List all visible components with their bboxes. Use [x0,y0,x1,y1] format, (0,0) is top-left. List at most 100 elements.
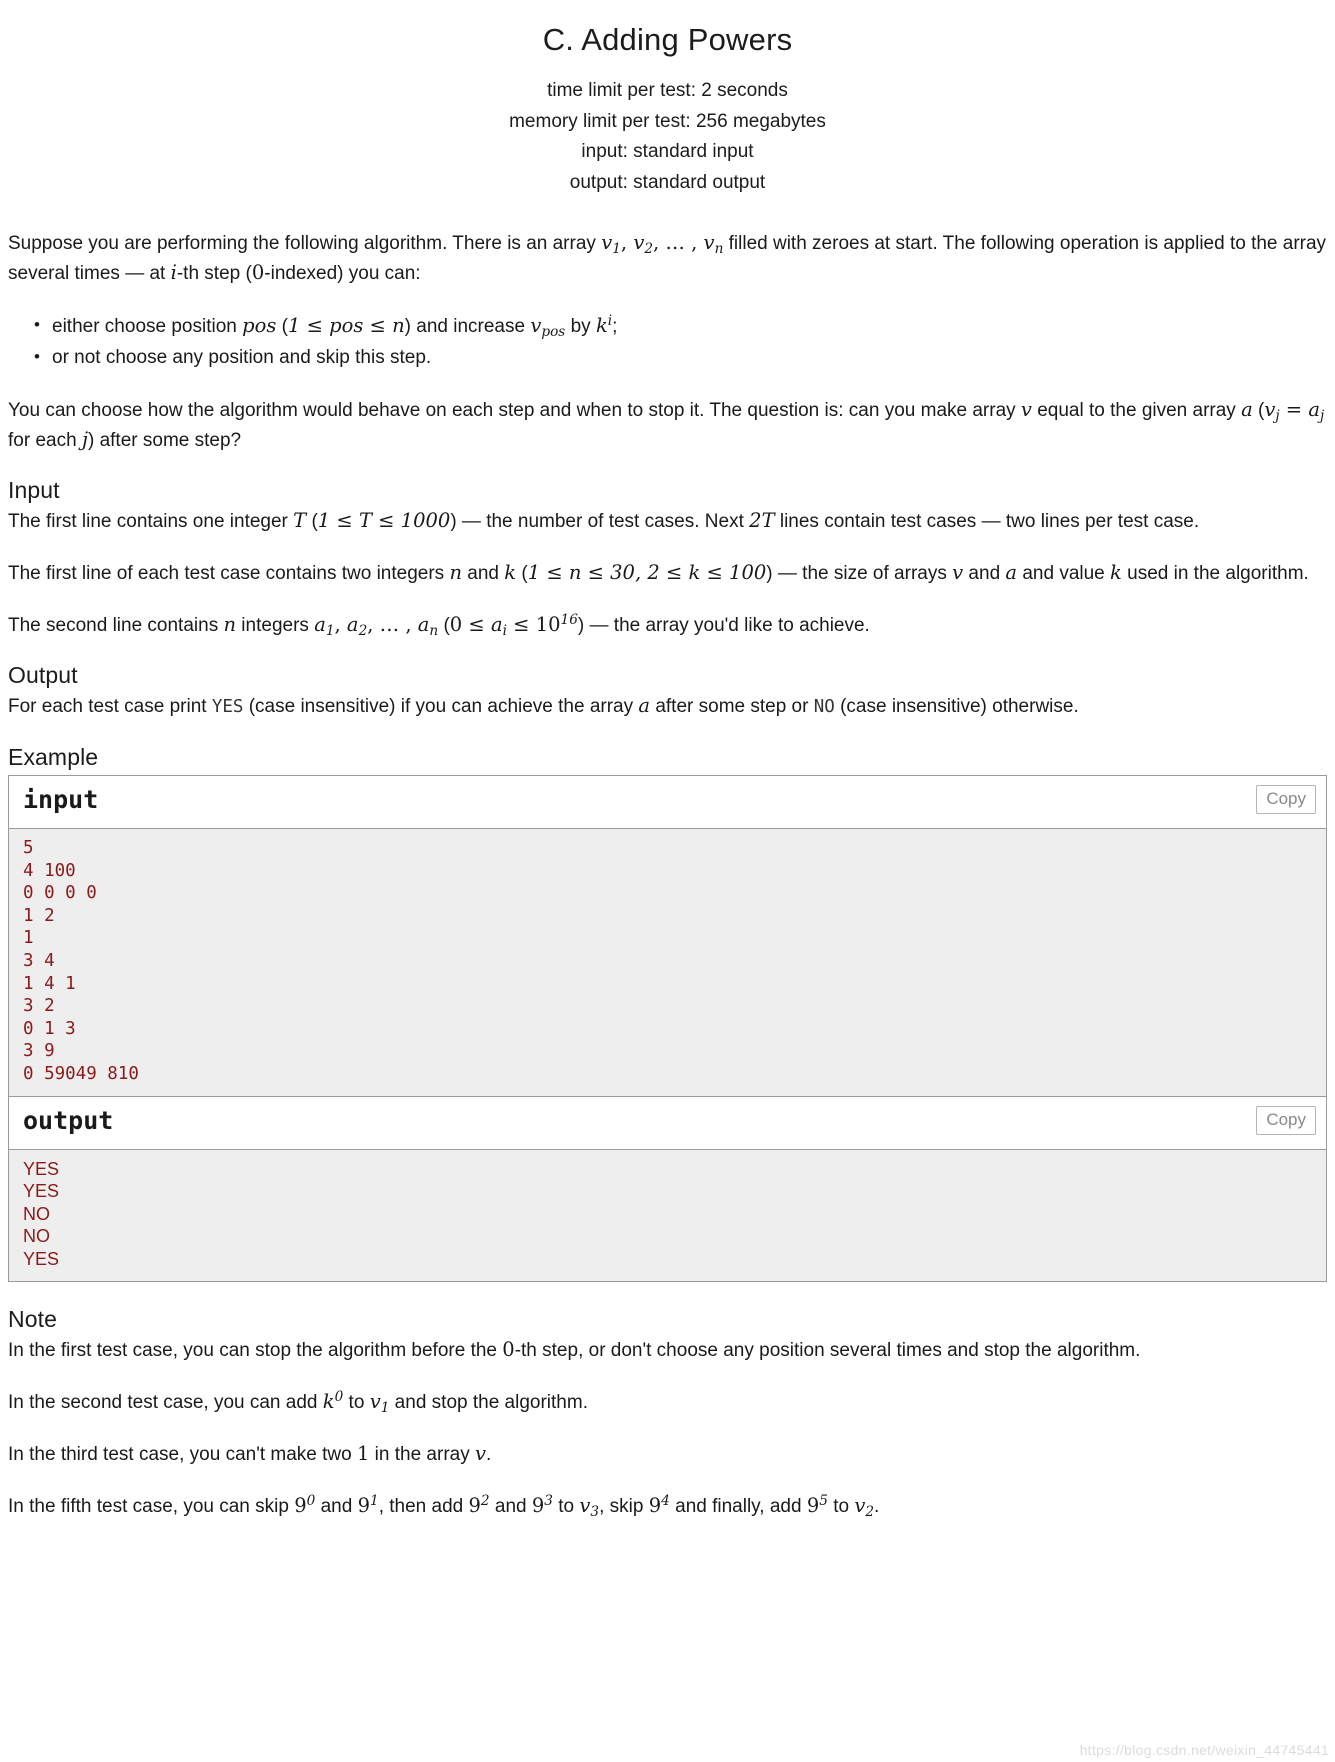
math-a: a [1005,561,1018,584]
math-v1: v1 [369,1389,390,1415]
note-text: , then add [378,1495,469,1517]
math-ellipsis: , … , [653,231,704,254]
math-vpos: vpos [530,314,566,340]
note-section: Note In the first test case, you can sto… [8,1306,1327,1521]
math-var: v [703,231,715,254]
output-file: output: standard output [569,171,766,193]
note-text: and [315,1495,358,1517]
sample-input-label: input Copy [9,776,1326,829]
output-text: (case insensitive) otherwise. [834,696,1079,717]
math-k: k [1110,561,1122,584]
sample-output-label: output Copy [9,1096,1326,1150]
math-v3: v3 [579,1494,599,1519]
legend-text: equal to the given array [1031,400,1242,421]
watermark: https://blog.csdn.net/weixin_44745441 [1079,1742,1329,1758]
math-v: v [475,1441,487,1465]
math-var: v [854,1493,866,1517]
math-var: v [369,1389,381,1413]
math-k: k [504,561,517,584]
math-an: an [417,613,439,639]
math-var: a [417,613,430,636]
math-var: 9 [294,1493,307,1517]
sample-output-data[interactable]: YES YES NO NO YES [9,1149,1326,1281]
note-paragraph-3: In the third test case, you can't make t… [8,1439,1327,1469]
input-label-text: input [23,785,99,814]
math-2T: 2T [749,509,775,532]
input-text: used in the algorithm. [1121,563,1309,584]
legend-text: ) after some step? [87,430,242,451]
math-var: 9 [531,1493,545,1517]
math-sub: 2 [358,622,368,639]
note-text: and [489,1495,532,1517]
note-text: In the third test case, you can't make t… [8,1443,357,1465]
note-text: In the second test case, you can add [8,1391,323,1413]
math-ten-pow: 1016 [536,613,578,636]
math-9-1: 91 [358,1494,379,1517]
math-vn: vn [703,231,724,256]
math-var: 9 [357,1493,371,1517]
math-sub: 1 [612,240,621,257]
math-zero: 0 [502,1337,515,1361]
input-paragraph-3: The second line contains n integers a1, … [8,610,1327,640]
math-v: v [952,561,964,584]
note-text: to [343,1391,370,1413]
problem-legend: Suppose you are performing the following… [8,228,1327,455]
problem-statement-page: C. Adding Powers time limit per test: 2 … [0,0,1335,1521]
bullet-text: ) and increase [404,316,531,337]
math-comma: , [620,231,634,254]
math-v2: v2 [633,231,653,256]
math-n: n [223,613,237,636]
math-comma: , [334,613,347,636]
math-vj: vj [1264,398,1279,423]
sample-tests: input Copy 5 4 100 0 0 0 0 1 2 1 3 4 1 4… [8,775,1327,1282]
input-text: ( [438,615,450,636]
math-var: 9 [468,1493,481,1517]
math-one: 1 [356,1441,370,1465]
page-title: C. Adding Powers [542,22,793,57]
sample-input-data[interactable]: 5 4 100 0 0 0 0 1 2 1 3 4 1 4 1 3 2 0 1 … [9,829,1326,1097]
math-sub: 2 [865,1503,875,1520]
memory-limit: memory limit per test: 256 megabytes [509,110,826,132]
time-limit: time limit per test: 2 seconds [547,80,788,101]
math-inequality: 1 ≤ pos ≤ n [287,314,405,337]
operation-options-list: either choose position pos (1 ≤ pos ≤ n)… [8,309,1327,373]
sample-output-block: output Copy YES YES NO NO YES [9,1096,1326,1281]
input-text: ( [306,511,318,532]
math-sub: pos [541,323,566,340]
legend-text: You can choose how the algorithm would b… [8,400,1021,421]
legend-text: -indexed) you can: [264,263,421,284]
section-heading-example: Example [8,744,99,770]
math-9-4: 94 [649,1494,670,1517]
input-paragraph-1: The first line contains one integer T (1… [8,506,1327,536]
input-text: and [462,563,505,584]
input-text: ) — the size of arrays [766,563,953,584]
input-text: integers [236,615,315,636]
math-ai: ai [490,613,507,638]
math-a: a [1241,398,1253,421]
input-paragraph-2: The first line of each test case contain… [8,558,1327,588]
math-sub: n [429,622,439,639]
math-a: a [638,694,651,717]
math-v: v [1020,398,1032,421]
math-a2: a2 [347,613,368,639]
math-T: T [293,509,307,532]
note-text: in the array [369,1443,475,1465]
math-sub: j [1320,407,1325,424]
section-heading-input: Input [8,477,60,503]
math-var: a [490,613,503,636]
sample-input-block: input Copy 5 4 100 0 0 0 0 1 2 1 3 4 1 4… [9,776,1326,1097]
math-v1: v1 [601,231,621,257]
note-text: to [827,1495,855,1517]
copy-input-button[interactable]: Copy [1256,785,1316,814]
problem-header: C. Adding Powers time limit per test: 2 … [8,0,1327,198]
math-pos: pos [242,314,277,337]
output-label-text: output [23,1105,114,1135]
copy-output-button[interactable]: Copy [1256,1105,1316,1135]
math-inequality: 1 ≤ T ≤ 1000 [317,509,451,532]
math-sup: 3 [544,1492,553,1509]
legend-text: -th step ( [176,263,252,284]
math-var: 9 [806,1493,820,1517]
math-var: v [601,231,613,254]
math-ki: ki [596,314,612,337]
math-var: a [1308,398,1320,421]
